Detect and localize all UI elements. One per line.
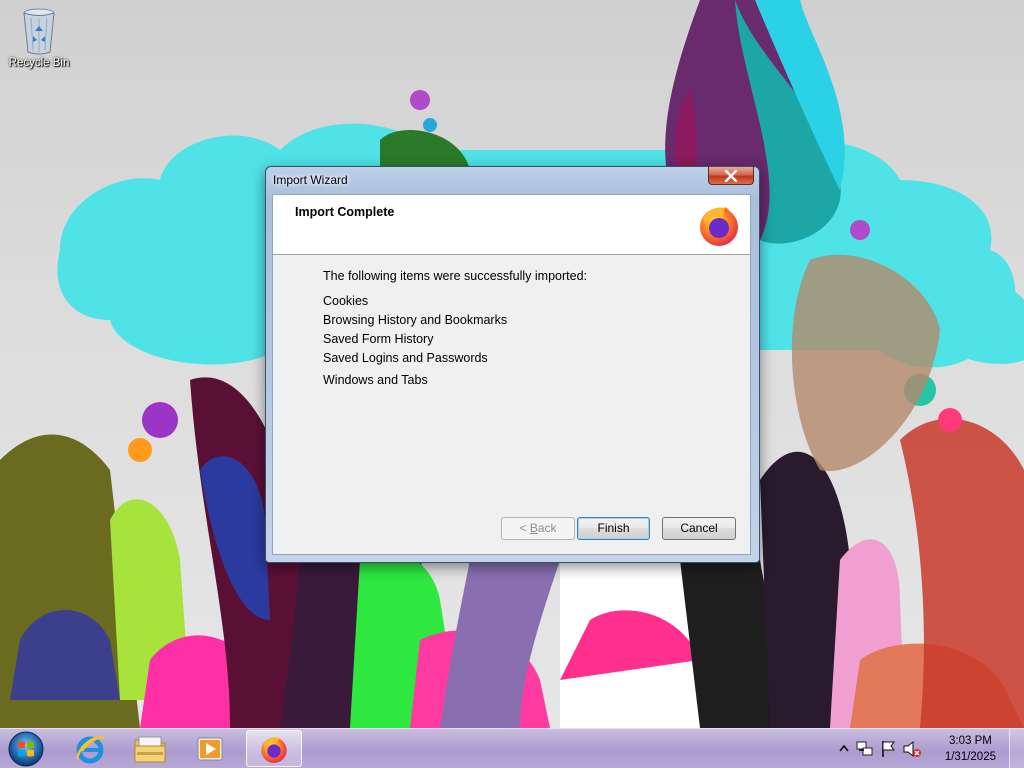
clock-time: 3:03 PM xyxy=(949,735,992,747)
close-icon xyxy=(724,169,738,182)
show-desktop-button[interactable] xyxy=(1009,729,1024,768)
taskbar: 3:03 PM 1/31/2025 xyxy=(0,728,1024,768)
show-hidden-icons-chevron-icon[interactable] xyxy=(839,744,849,752)
desktop-icon-label: Recycle Bin xyxy=(8,57,70,69)
back-button-suffix: ack xyxy=(537,521,557,535)
finish-button[interactable]: Finish xyxy=(577,517,650,540)
internet-explorer-icon xyxy=(75,735,105,763)
clock-date: 1/31/2025 xyxy=(944,751,996,763)
taskbar-internet-explorer[interactable] xyxy=(62,730,118,767)
clock[interactable]: 3:03 PM 1/31/2025 xyxy=(945,733,996,765)
wizard-header: Import Complete xyxy=(273,195,750,255)
list-item: Cookies xyxy=(323,294,369,308)
taskbar-media-player[interactable] xyxy=(182,730,238,767)
imported-items-list: Cookies Browsing History and Bookmarks S… xyxy=(323,292,587,390)
start-button[interactable] xyxy=(6,730,46,768)
recycle-bin-icon xyxy=(23,8,55,55)
system-tray: 3:03 PM 1/31/2025 xyxy=(834,729,1024,769)
window-title: Import Wizard xyxy=(273,173,348,187)
summary-intro: The following items were successfully im… xyxy=(323,269,587,283)
cancel-button[interactable]: Cancel xyxy=(662,517,736,540)
action-center-flag-icon[interactable] xyxy=(880,740,896,758)
firefox-logo-icon xyxy=(700,207,738,246)
import-wizard-window: Import Wizard Import Complete The follow… xyxy=(265,166,760,563)
back-button[interactable]: < Back xyxy=(501,517,575,540)
taskbar-firefox[interactable] xyxy=(246,730,302,767)
taskbar-file-explorer[interactable] xyxy=(122,730,178,767)
volume-muted-icon[interactable] xyxy=(902,740,922,758)
page-title: Import Complete xyxy=(295,205,395,219)
list-item: Saved Logins and Passwords xyxy=(323,351,488,365)
back-button-accelerator: B xyxy=(529,521,538,535)
list-item: Browsing History and Bookmarks xyxy=(323,313,508,327)
firefox-icon xyxy=(261,736,287,763)
title-bar[interactable]: Import Wizard xyxy=(266,167,759,193)
network-icon[interactable] xyxy=(856,740,874,758)
close-button[interactable] xyxy=(708,167,754,185)
list-item: Windows and Tabs xyxy=(323,373,428,387)
back-button-prefix: < xyxy=(519,521,530,535)
media-player-icon xyxy=(197,737,223,760)
import-summary: The following items were successfully im… xyxy=(323,269,587,390)
list-item: Saved Form History xyxy=(323,332,434,346)
desktop-icon-recycle-bin[interactable]: Recycle Bin xyxy=(4,4,74,69)
windows-start-icon xyxy=(8,731,44,767)
file-explorer-icon xyxy=(134,736,166,762)
wizard-client-area: Import Complete The following items were… xyxy=(272,194,751,555)
